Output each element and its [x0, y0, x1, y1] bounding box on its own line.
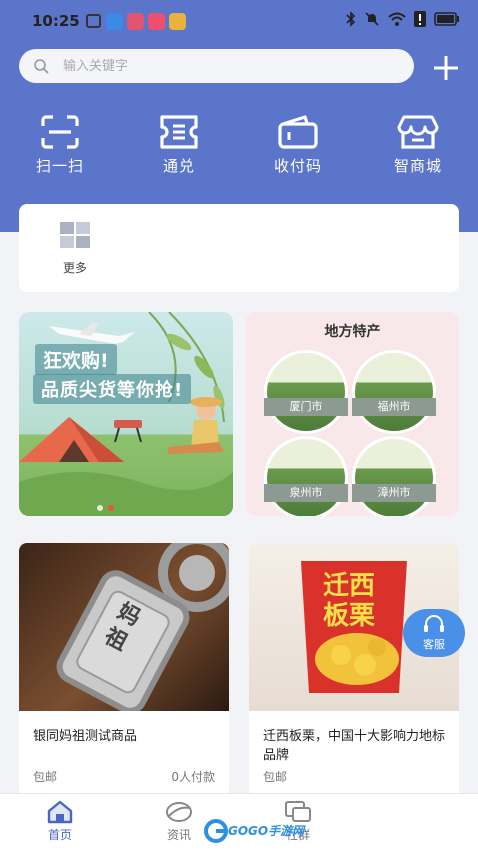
tab-label: 首页 — [47, 828, 72, 842]
city-fuzhou[interactable]: 福州市 — [352, 350, 436, 434]
status-bar: 10:25 — [0, 0, 478, 44]
app-notification-icon — [169, 13, 186, 30]
banner-illustration — [19, 312, 233, 516]
wallet-icon — [278, 115, 318, 149]
quick-action-shop[interactable]: 智商城 — [370, 115, 466, 176]
promo-banner[interactable]: 狂欢购! 品质尖货等你抢! — [19, 312, 233, 516]
quick-action-payment-code[interactable]: 收付码 — [250, 115, 346, 176]
wifi-icon — [388, 12, 406, 26]
app-notification-icon — [106, 13, 123, 30]
product-name: 银同妈祖测试商品 — [33, 729, 138, 744]
specialty-title: 地方特产 — [324, 324, 381, 340]
city-zhangzhou[interactable]: 漳州市 — [352, 436, 436, 516]
specialty-banner[interactable]: 地方特产 厦门市 福州市 泉州市 漳州市 — [246, 312, 459, 516]
city-label: 泉州市 — [264, 484, 348, 502]
quick-action-scan[interactable]: 扫一扫 — [12, 115, 108, 176]
app-notification-icon — [127, 13, 144, 30]
shop-icon — [397, 115, 439, 149]
home-icon — [47, 800, 73, 824]
mute-icon — [365, 12, 379, 26]
product-card[interactable]: 迁西板栗 迁西板栗，中国十大影响力地标品牌 包邮 — [249, 543, 459, 797]
status-time: 10:25 — [32, 12, 80, 30]
promo-subtitle: 品质尖货等你抢! — [33, 374, 192, 404]
carousel-dot — [97, 505, 103, 511]
buyers-count: 0人付款 — [171, 770, 215, 784]
quick-action-label: 扫一扫 — [35, 157, 84, 175]
shipping-label: 包邮 — [263, 770, 288, 784]
music-icon — [148, 13, 165, 30]
alert-icon — [414, 11, 426, 27]
carousel-indicator — [97, 505, 114, 511]
grid-icon — [60, 222, 90, 248]
scan-icon — [41, 115, 79, 149]
tab-label: 资讯 — [166, 828, 191, 842]
headset-icon — [424, 615, 444, 632]
watermark: GOGO手游网 — [204, 818, 308, 844]
package-text: 迁西板栗 — [323, 571, 376, 631]
product-card[interactable]: 妈祖 银同妈祖测试商品 包邮 0人付款 — [19, 543, 229, 797]
watermark-text: GOGO手游网 — [228, 824, 305, 838]
product-name: 迁西板栗，中国十大影响力地标品牌 — [263, 729, 446, 763]
landscape-image — [264, 436, 348, 516]
shipping-label: 包邮 — [33, 770, 58, 784]
status-indicators — [346, 11, 460, 27]
exchange-icon — [160, 115, 198, 149]
more-card: 更多 — [19, 204, 459, 292]
more-label: 更多 — [62, 261, 87, 275]
landscape-image — [352, 436, 436, 516]
search-icon — [34, 59, 49, 74]
landscape-image — [264, 350, 348, 434]
news-icon — [166, 802, 192, 822]
bluetooth-icon — [346, 11, 356, 27]
quick-action-label: 收付码 — [273, 157, 322, 175]
watermark-logo-icon — [204, 819, 228, 843]
customer-service-label: 客服 — [423, 638, 445, 651]
carousel-dot-active — [108, 505, 114, 511]
promo-title: 狂欢购! — [35, 344, 117, 375]
city-xiamen[interactable]: 厦门市 — [264, 350, 348, 434]
landscape-image — [352, 350, 436, 434]
customer-service-button[interactable]: 客服 — [403, 609, 465, 657]
quick-action-label: 通兑 — [162, 157, 195, 175]
search-input[interactable] — [63, 49, 393, 83]
city-label: 福州市 — [352, 398, 436, 416]
city-label: 厦门市 — [264, 398, 348, 416]
more-button[interactable]: 更多 — [55, 222, 95, 276]
search-bar[interactable] — [19, 49, 414, 83]
battery-icon — [434, 12, 459, 26]
product-image: 妈祖 — [19, 543, 229, 711]
quick-action-label: 智商城 — [393, 157, 442, 175]
city-label: 漳州市 — [352, 484, 436, 502]
city-quanzhou[interactable]: 泉州市 — [264, 436, 348, 516]
vpn-icon — [86, 14, 101, 28]
add-icon[interactable] — [430, 52, 462, 84]
quick-action-exchange[interactable]: 通兑 — [131, 115, 227, 176]
tab-home[interactable]: 首页 — [20, 800, 100, 843]
